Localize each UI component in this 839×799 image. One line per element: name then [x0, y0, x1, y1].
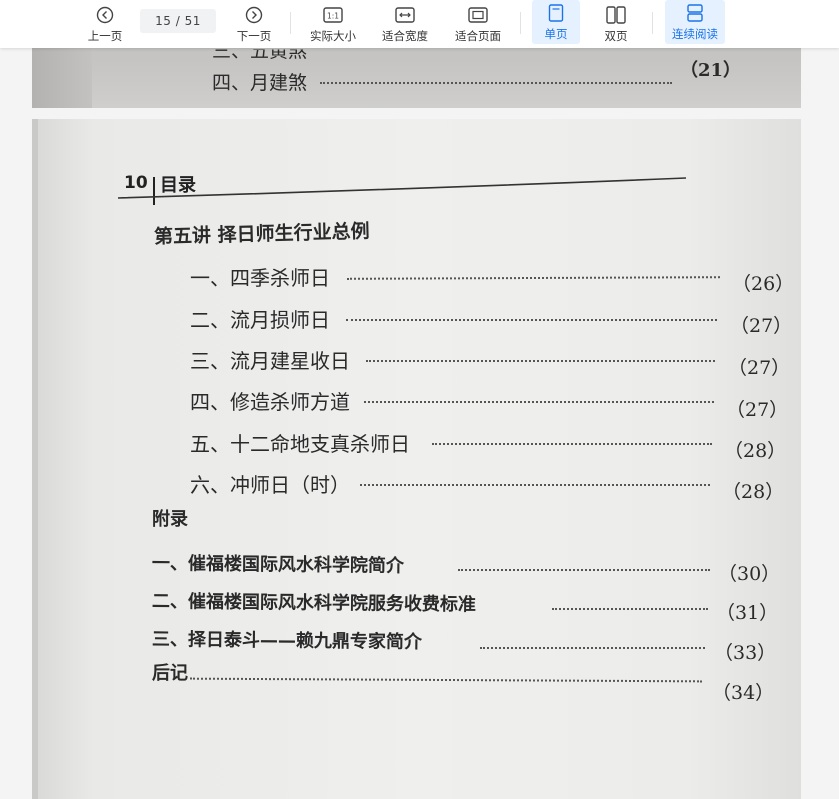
toolbar-divider: [290, 12, 291, 34]
single-page-button[interactable]: 单页: [532, 0, 580, 44]
toolbar-divider: [652, 12, 653, 34]
appendix-item-page: （30）: [718, 563, 781, 585]
reader-toolbar: 上一页 15 / 51 下一页 1:1 实际大小 适合宽度 适合页面 单页 双页…: [0, 0, 839, 48]
appendix-item-page: （33）: [714, 642, 777, 664]
actual-size-button[interactable]: 1:1 实际大小: [303, 0, 363, 48]
toc-item-text: 二、流月损师日: [190, 308, 330, 332]
current-page-image: 10 目录 第五讲 择日师生行业总例 一、四季杀师日 （26） 二、流月损师日 …: [32, 119, 801, 799]
fit-width-icon: [395, 5, 415, 25]
single-page-icon: [548, 3, 564, 23]
appendix-item-text: 二、催福楼国际风水科学院服务收费标准: [151, 591, 477, 616]
toc-leader-dots: [346, 276, 721, 280]
appendix-item-page: （31）: [716, 602, 779, 624]
toc-leader-dots: [552, 608, 708, 610]
postscript-page: （34）: [712, 682, 775, 704]
fit-page-label: 适合页面: [455, 28, 501, 43]
toc-item-page: （27）: [726, 399, 789, 421]
appendix-item-text: 一、催福楼国际风水科学院简介: [151, 553, 405, 577]
chevron-right-circle-icon: [245, 5, 263, 25]
toc-item-text: 六、冲师日（时）: [190, 473, 350, 497]
toc-leader-dots: [432, 443, 712, 445]
toc-item-text: 五、十二命地支真杀师日: [190, 432, 410, 456]
single-page-label: 单页: [544, 26, 568, 41]
page-header-rule: [118, 177, 687, 199]
section-title: 第五讲 择日师生行业总例: [153, 220, 370, 248]
appendix-title: 附录: [152, 509, 188, 530]
toolbar-divider: [520, 12, 521, 34]
continuous-reading-button[interactable]: 连续阅读: [665, 0, 725, 44]
postscript-text: 后记: [152, 663, 188, 684]
toc-leader-dots: [346, 319, 717, 321]
toc-leader-dots: [320, 82, 672, 84]
fit-width-label: 适合宽度: [382, 28, 428, 43]
toc-item-text: 一、四季杀师日: [190, 266, 330, 290]
prev-page-label: 上一页: [87, 28, 123, 43]
toc-item-text: 四、修造杀师方道: [190, 390, 350, 414]
toc-item-page: （27）: [728, 357, 791, 379]
appendix-item-text: 三、择日泰斗——赖九鼎专家简介: [151, 629, 423, 653]
toc-entry-text: 四、月建煞: [212, 72, 308, 94]
toc-item-page: （28）: [724, 440, 787, 462]
continuous-reading-label: 连续阅读: [672, 26, 718, 41]
fit-page-icon: [468, 5, 488, 25]
toc-item-page: （27）: [730, 315, 793, 337]
next-page-button[interactable]: 下一页: [229, 0, 279, 48]
toc-leader-dots: [480, 647, 705, 649]
fit-width-button[interactable]: 适合宽度: [375, 0, 435, 48]
continuous-reading-icon: [686, 3, 704, 23]
next-page-label: 下一页: [236, 28, 272, 43]
chevron-left-circle-icon: [96, 5, 114, 25]
toc-item-page: （28）: [722, 481, 785, 503]
fit-page-button[interactable]: 适合页面: [448, 0, 508, 48]
page-spine-shadow: [32, 119, 38, 799]
actual-size-label: 实际大小: [310, 28, 356, 43]
toc-leader-dots: [364, 401, 714, 403]
toc-leader-dots: [360, 484, 710, 486]
double-page-label: 双页: [604, 28, 628, 43]
actual-size-icon: 1:1: [323, 5, 343, 25]
toc-entry-page: （21）: [680, 60, 742, 81]
double-page-button[interactable]: 双页: [592, 0, 640, 48]
double-page-icon: [606, 5, 626, 25]
toc-leader-dots: [458, 569, 710, 571]
toc-leader-dots: [366, 360, 715, 362]
page-number-input[interactable]: 15 / 51: [140, 9, 216, 33]
toc-leader-dots: [189, 677, 703, 683]
prev-page-button[interactable]: 上一页: [80, 0, 130, 48]
toc-item-text: 三、流月建星收日: [190, 349, 350, 373]
toc-item-page: （26）: [732, 273, 795, 295]
svg-text:1:1: 1:1: [327, 11, 339, 20]
